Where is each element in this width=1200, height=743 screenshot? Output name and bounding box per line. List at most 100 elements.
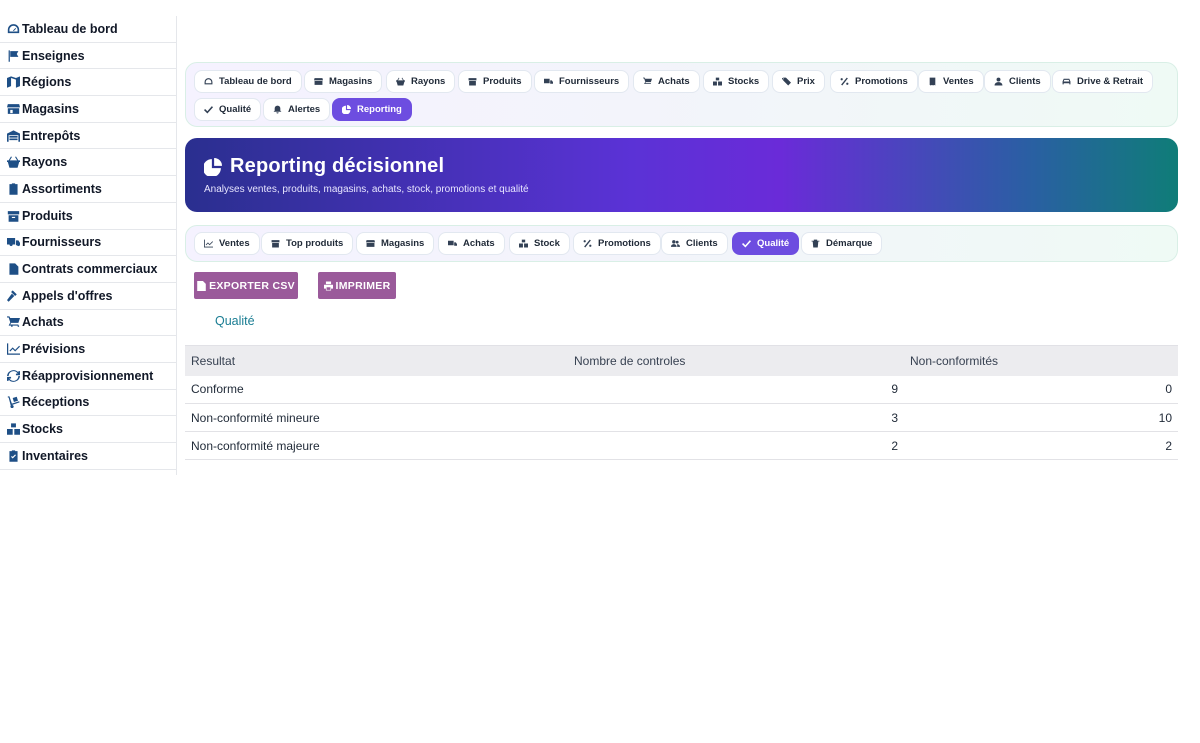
nav-alertes[interactable]: Alertes xyxy=(263,98,331,121)
sidebar-item-stocks[interactable]: Stocks xyxy=(0,416,176,443)
tab-magasins[interactable]: Magasins xyxy=(356,232,435,255)
sidebar-item-regions[interactable]: Régions xyxy=(0,69,176,97)
tab-qualite[interactable]: Qualité xyxy=(732,232,800,255)
nav-produits[interactable]: Produits xyxy=(458,70,532,93)
tab-label: Promotions xyxy=(598,238,651,249)
tab-label: Achats xyxy=(463,238,495,249)
box-icon xyxy=(6,209,20,222)
sidebar-item-label: Produits xyxy=(22,208,73,223)
sidebar-item-label: Magasins xyxy=(22,101,79,116)
cell-nombre-de-controles: 9 xyxy=(568,375,904,404)
store-icon xyxy=(6,102,20,115)
sidebar-item-label: Stocks xyxy=(22,422,63,437)
sidebar-item-label: Appels d'offres xyxy=(22,288,113,303)
sidebar-item-inventaires[interactable]: Inventaires xyxy=(0,443,176,470)
nav-achats[interactable]: Achats xyxy=(633,70,700,93)
tab-label: Stock xyxy=(534,238,560,249)
sidebar-item-label: Rayons xyxy=(22,155,68,170)
tag-icon xyxy=(782,77,791,86)
nav-clients[interactable]: Clients xyxy=(984,70,1051,93)
column-header-non-conformites[interactable]: Non-conformités xyxy=(904,345,1178,376)
nav-label: Tableau de bord xyxy=(219,76,292,87)
nav-qualite[interactable]: Qualité xyxy=(194,98,262,121)
export-csv-button[interactable]: EXPORTER CSV xyxy=(194,272,298,299)
cell-non-conformites: 10 xyxy=(904,403,1178,432)
percent-icon xyxy=(583,239,592,248)
dolly-icon xyxy=(6,396,20,409)
store-icon xyxy=(314,77,323,86)
nav-label: Reporting xyxy=(357,104,402,115)
sidebar-item-fournisseurs[interactable]: Fournisseurs xyxy=(0,230,176,257)
tab-ventes[interactable]: Ventes xyxy=(194,232,260,255)
nav-ventes[interactable]: Ventes xyxy=(918,70,984,93)
report-tabs: Ventes Top produits Magasins Achats Stoc… xyxy=(185,225,1178,262)
page-title: Reporting décisionnel xyxy=(230,155,445,177)
nav-label: Promotions xyxy=(855,76,908,87)
nav-label: Clients xyxy=(1009,76,1041,87)
cart-icon xyxy=(643,77,652,86)
refresh-icon xyxy=(6,369,20,382)
tab-label: Qualité xyxy=(757,238,790,249)
tab-label: Magasins xyxy=(381,238,425,249)
nav-promotions[interactable]: Promotions xyxy=(830,70,918,93)
quality-table: Resultat Nombre de controles Non-conform… xyxy=(185,345,1178,460)
sidebar: Tableau de bord Enseignes Régions Magasi… xyxy=(0,16,177,475)
sidebar-item-rayons[interactable]: Rayons xyxy=(0,149,176,177)
nav-label: Fournisseurs xyxy=(559,76,620,87)
sidebar-item-magasins[interactable]: Magasins xyxy=(0,96,176,123)
flag-icon xyxy=(6,49,20,62)
sidebar-item-label: Achats xyxy=(22,315,64,330)
nav-fournisseurs[interactable]: Fournisseurs xyxy=(534,70,630,93)
bell-icon xyxy=(273,105,282,114)
file-icon xyxy=(197,280,206,291)
nav-drive-retrait[interactable]: Drive & Retrait xyxy=(1052,70,1153,93)
dashboard-icon xyxy=(6,22,20,35)
print-button[interactable]: IMPRIMER xyxy=(318,272,396,299)
cell-nombre-de-controles: 2 xyxy=(568,431,904,460)
print-icon xyxy=(323,281,333,290)
sidebar-item-label: Fournisseurs xyxy=(22,235,102,250)
column-header-resultat[interactable]: Resultat xyxy=(185,345,568,376)
tab-clients[interactable]: Clients xyxy=(661,232,728,255)
tab-promotions[interactable]: Promotions xyxy=(573,232,661,255)
tab-demarque[interactable]: Démarque xyxy=(801,232,883,255)
nav-label: Qualité xyxy=(219,104,252,115)
nav-stocks[interactable]: Stocks xyxy=(703,70,770,93)
sidebar-item-reapprovisionnement[interactable]: Réapprovisionnement xyxy=(0,363,176,390)
table-row: Non-conformité majeure 2 2 xyxy=(185,431,1178,460)
sidebar-item-receptions[interactable]: Réceptions xyxy=(0,390,176,417)
tab-label: Ventes xyxy=(219,238,250,249)
gavel-icon xyxy=(6,289,20,302)
sidebar-item-tableau-de-bord[interactable]: Tableau de bord xyxy=(0,16,176,43)
tab-top-produits[interactable]: Top produits xyxy=(261,232,354,255)
sidebar-item-achats[interactable]: Achats xyxy=(0,310,176,337)
sidebar-item-label: Enseignes xyxy=(22,48,85,63)
nav-rayons[interactable]: Rayons xyxy=(386,70,456,93)
truck-icon xyxy=(544,77,553,86)
column-header-nombre-de-controles[interactable]: Nombre de controles xyxy=(568,345,904,376)
nav-magasins[interactable]: Magasins xyxy=(304,70,383,93)
sidebar-item-label: Assortiments xyxy=(22,181,102,196)
button-label: EXPORTER CSV xyxy=(209,279,295,292)
sidebar-item-assortiments[interactable]: Assortiments xyxy=(0,176,176,203)
table-header-row: Resultat Nombre de controles Non-conform… xyxy=(185,345,1178,376)
sidebar-item-enseignes[interactable]: Enseignes xyxy=(0,43,176,70)
page-header-banner: Reporting décisionnel Analyses ventes, p… xyxy=(185,138,1178,212)
tab-achats[interactable]: Achats xyxy=(438,232,505,255)
users-icon xyxy=(671,239,680,248)
page-subtitle: Analyses ventes, produits, magasins, ach… xyxy=(204,184,529,195)
cubes-icon xyxy=(713,77,722,86)
sidebar-item-entrepots[interactable]: Entrepôts xyxy=(0,123,176,150)
nav-prix[interactable]: Prix xyxy=(772,70,825,93)
tab-label: Clients xyxy=(686,238,718,249)
tab-label: Démarque xyxy=(826,238,873,249)
tab-stock[interactable]: Stock xyxy=(509,232,570,255)
nav-tableau-de-bord[interactable]: Tableau de bord xyxy=(194,70,302,93)
nav-label: Produits xyxy=(483,76,522,87)
sidebar-item-appels-doffres[interactable]: Appels d'offres xyxy=(0,283,176,310)
sidebar-item-contrats-commerciaux[interactable]: Contrats commerciaux xyxy=(0,256,176,283)
sidebar-item-previsions[interactable]: Prévisions xyxy=(0,336,176,363)
nav-reporting[interactable]: Reporting xyxy=(332,98,412,121)
check-double-icon xyxy=(204,105,213,114)
sidebar-item-produits[interactable]: Produits xyxy=(0,203,176,230)
